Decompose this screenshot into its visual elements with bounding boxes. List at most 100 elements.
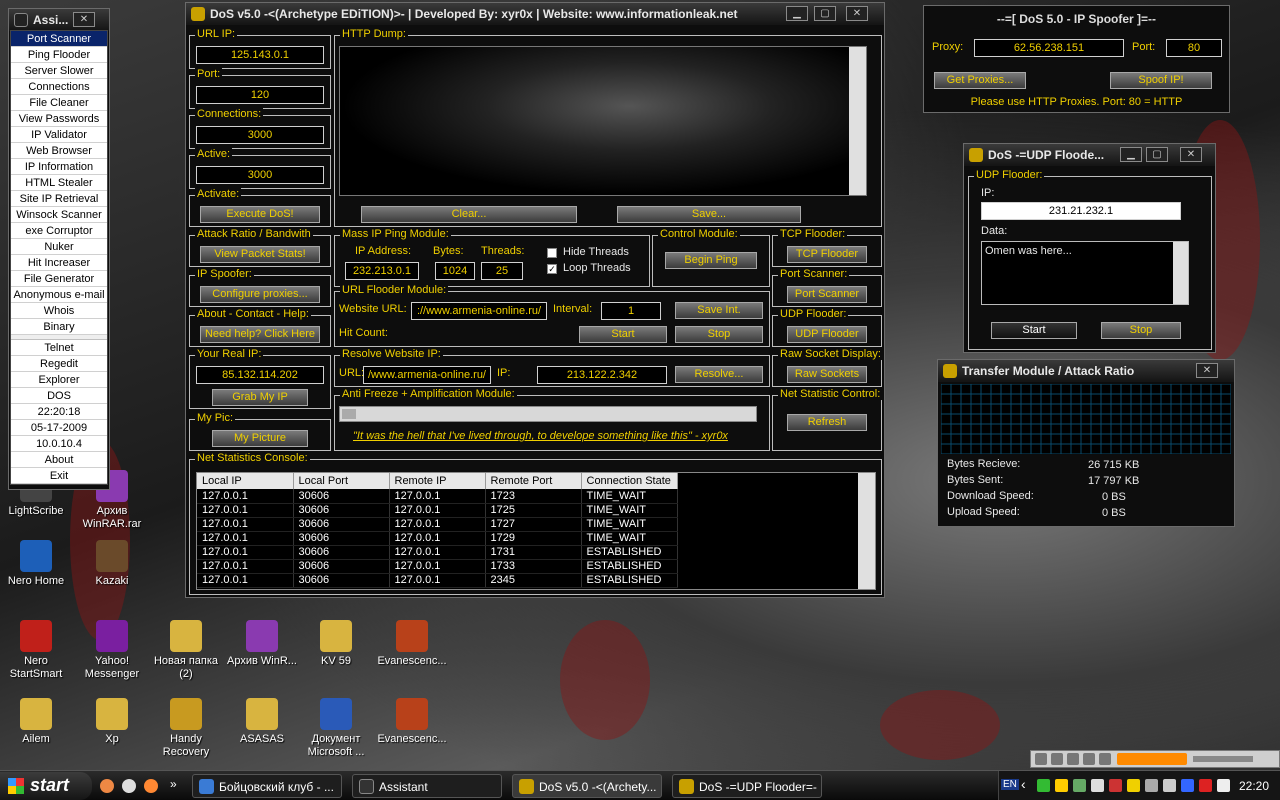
dos-titlebar[interactable]: DoS v5.0 -<(Archetype EDiTION)>- | Devel… xyxy=(186,3,884,25)
language-indicator[interactable]: EN xyxy=(1001,779,1019,790)
quick-launch-chevron-icon[interactable]: » xyxy=(170,777,177,791)
close-icon[interactable]: ✕ xyxy=(846,6,868,21)
tcp-flooder-button[interactable]: TCP Flooder xyxy=(787,246,867,263)
desktop-icon[interactable]: Новая папка (2) xyxy=(150,620,222,681)
save-interval-button[interactable]: Save Int. xyxy=(675,302,763,319)
port-scanner-button[interactable]: Port Scanner xyxy=(787,286,867,303)
udp-flooder-button[interactable]: UDP Flooder xyxy=(787,326,867,343)
minimize-icon[interactable]: ▁ xyxy=(1120,147,1142,162)
pause-icon[interactable] xyxy=(1067,753,1079,765)
maximize-icon[interactable]: ▢ xyxy=(1146,147,1168,162)
udp-data-scrollbar[interactable] xyxy=(1173,242,1188,304)
spoof-ip-button[interactable]: Spoof IP! xyxy=(1110,72,1212,89)
menu-item[interactable]: Explorer xyxy=(11,372,107,388)
maximize-icon[interactable]: ▢ xyxy=(814,6,836,21)
start-button[interactable]: start xyxy=(0,772,92,800)
begin-ping-button[interactable]: Begin Ping xyxy=(665,252,757,269)
console-scrollbar[interactable] xyxy=(858,473,875,589)
grab-ip-button[interactable]: Grab My IP xyxy=(212,389,308,406)
url-ip-field[interactable]: 125.143.0.1 xyxy=(196,46,324,64)
loop-threads-checkbox[interactable]: ✓ xyxy=(547,264,557,274)
column-header[interactable]: Local Port xyxy=(293,473,390,489)
tray-media-icon[interactable] xyxy=(1055,779,1068,792)
url-flood-stop-button[interactable]: Stop xyxy=(675,326,763,343)
desktop-icon[interactable]: Nero StartSmart xyxy=(0,620,72,681)
close-icon[interactable]: ✕ xyxy=(1180,147,1202,162)
tray-antivirus-icon[interactable] xyxy=(1073,779,1086,792)
menu-item-about[interactable]: About xyxy=(11,452,107,468)
desktop-icon[interactable]: ASASAS xyxy=(226,698,298,746)
menu-item[interactable]: Anonymous e-mail xyxy=(11,287,107,303)
menu-item[interactable]: DOS xyxy=(11,388,107,404)
ping-threads-field[interactable]: 25 xyxy=(481,262,523,280)
tray-back-icon[interactable]: ‹ xyxy=(1021,776,1026,792)
close-icon[interactable]: ✕ xyxy=(1196,363,1218,378)
desktop-icon[interactable]: Nero Home xyxy=(0,540,72,588)
proxy-field[interactable]: 62.56.238.151 xyxy=(974,39,1124,57)
desktop-icon[interactable]: Yahoo! Messenger xyxy=(76,620,148,681)
ping-ip-field[interactable]: 232.213.0.1 xyxy=(345,262,419,280)
get-proxies-button[interactable]: Get Proxies... xyxy=(934,72,1026,89)
tray-clock[interactable]: 22:20 xyxy=(1239,779,1269,793)
port-field[interactable]: 120 xyxy=(196,86,324,104)
menu-item[interactable]: Regedit xyxy=(11,356,107,372)
column-header[interactable]: Remote Port xyxy=(485,473,582,489)
resolve-url-field[interactable]: /www.armenia-online.ru/ xyxy=(363,366,491,384)
table-row[interactable]: 127.0.0.1 30606 127.0.0.1 1725 TIME_WAIT xyxy=(197,503,857,518)
play-icon[interactable] xyxy=(1035,753,1047,765)
tray-flag-icon[interactable] xyxy=(1127,779,1140,792)
menu-item[interactable]: File Cleaner xyxy=(11,95,107,111)
quick-launch-opera-icon[interactable] xyxy=(100,779,114,793)
menu-item[interactable]: View Passwords xyxy=(11,111,107,127)
execute-dos-button[interactable]: Execute DoS! xyxy=(200,206,320,223)
quick-launch-mail-icon[interactable] xyxy=(144,779,158,793)
menu-item[interactable]: Connections xyxy=(11,79,107,95)
volume-slider[interactable] xyxy=(1193,756,1253,762)
desktop-icon[interactable]: Xp xyxy=(76,698,148,746)
menu-item[interactable]: File Generator xyxy=(11,271,107,287)
menu-item[interactable]: IP Validator xyxy=(11,127,107,143)
menu-item[interactable]: Site IP Retrieval xyxy=(11,191,107,207)
configure-proxies-button[interactable]: Configure proxies... xyxy=(200,286,320,303)
menu-item[interactable]: IP Information xyxy=(11,159,107,175)
table-row[interactable]: 127.0.0.1 30606 127.0.0.1 1727 TIME_WAIT xyxy=(197,517,857,532)
desktop-icon[interactable]: KV 59 xyxy=(300,620,372,668)
menu-item[interactable]: Whois xyxy=(11,303,107,319)
interval-field[interactable]: 1 xyxy=(601,302,661,320)
next-icon[interactable] xyxy=(1099,753,1111,765)
tray-monitor-icon[interactable] xyxy=(1145,779,1158,792)
menu-item[interactable]: Web Browser xyxy=(11,143,107,159)
url-flood-start-button[interactable]: Start xyxy=(579,326,667,343)
proxy-port-field[interactable]: 80 xyxy=(1166,39,1222,57)
desktop-icon[interactable]: Evanescenc... xyxy=(376,620,448,668)
menu-item[interactable]: Port Scanner xyxy=(11,31,107,47)
menu-item-exit[interactable]: Exit xyxy=(11,468,107,484)
tray-connection-icon[interactable] xyxy=(1091,779,1104,792)
save-button[interactable]: Save... xyxy=(617,206,801,223)
desktop-icon[interactable]: Архив WinR... xyxy=(226,620,298,668)
desktop-icon[interactable]: Handy Recovery xyxy=(150,698,222,759)
column-header[interactable]: Remote IP xyxy=(389,473,486,489)
real-ip-field[interactable]: 85.132.114.202 xyxy=(196,366,324,384)
table-row[interactable]: 127.0.0.1 30606 127.0.0.1 2345 ESTABLISHED xyxy=(197,573,857,588)
website-url-field[interactable]: ://www.armenia-online.ru/ xyxy=(411,302,547,320)
hide-threads-checkbox[interactable] xyxy=(547,248,557,258)
connections-field[interactable]: 3000 xyxy=(196,126,324,144)
desktop-icon[interactable]: Документ Microsoft ... xyxy=(300,698,372,759)
http-dump-textarea[interactable] xyxy=(339,46,867,196)
view-packet-stats-button[interactable]: View Packet Stats! xyxy=(200,246,320,263)
menu-item[interactable]: Server Slower xyxy=(11,63,107,79)
udp-titlebar[interactable]: DoS -=UDP Floode... xyxy=(964,144,1215,166)
tray-bluetooth-icon[interactable] xyxy=(1181,779,1194,792)
table-row[interactable]: 127.0.0.1 30606 127.0.0.1 1731 ESTABLISHED xyxy=(197,545,857,560)
menu-item[interactable]: Hit Increaser xyxy=(11,255,107,271)
menu-item[interactable]: Binary xyxy=(11,319,107,335)
menu-item[interactable]: Ping Flooder xyxy=(11,47,107,63)
table-row[interactable]: 127.0.0.1 30606 127.0.0.1 1723 TIME_WAIT xyxy=(197,489,857,504)
active-field[interactable]: 3000 xyxy=(196,166,324,184)
task-fight-club[interactable]: Бойцовский клуб - ... xyxy=(192,774,342,798)
quick-launch-browser-icon[interactable] xyxy=(122,779,136,793)
close-icon[interactable]: ✕ xyxy=(73,12,95,27)
table-row[interactable]: 127.0.0.1 30606 127.0.0.1 1733 ESTABLISHED xyxy=(197,559,857,574)
resolved-ip-field[interactable]: 213.122.2.342 xyxy=(537,366,667,384)
